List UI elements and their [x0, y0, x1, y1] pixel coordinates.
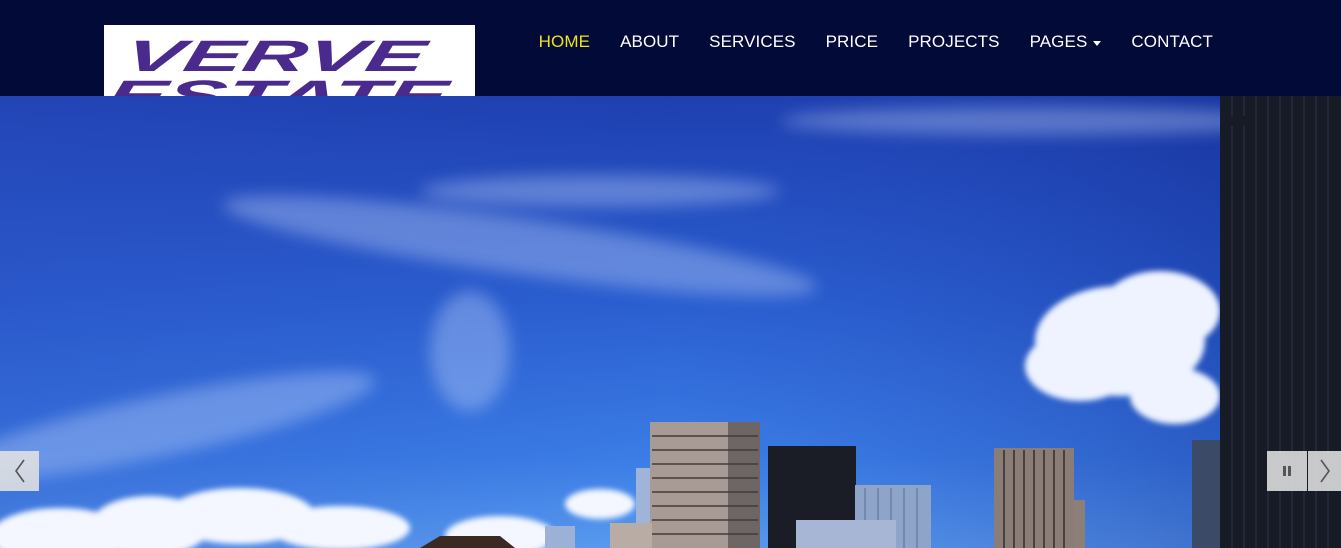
slider-prev-button[interactable] [0, 451, 39, 491]
nav-pages-label: PAGES [1029, 32, 1088, 51]
hero-skyline-image [0, 96, 1341, 548]
navbar: VERVE ESTATE HOME ABOUT SERVICES PRICE P… [0, 0, 1341, 96]
slider-next-button[interactable] [1308, 451, 1341, 491]
nav-about-label: ABOUT [620, 32, 680, 51]
logo-wordmark: VERVE ESTATE [104, 32, 455, 96]
nav-projects-label: PROJECTS [908, 32, 1000, 51]
nav-services[interactable]: SERVICES [709, 32, 795, 52]
nav-projects[interactable]: PROJECTS [908, 32, 999, 52]
nav-contact[interactable]: CONTACT [1131, 32, 1213, 52]
nav-about[interactable]: ABOUT [620, 32, 679, 52]
pause-icon [1283, 466, 1291, 476]
caret-down-icon [1093, 40, 1102, 46]
chevron-left-icon [14, 459, 25, 483]
slider-pause-button[interactable] [1267, 451, 1307, 491]
chevron-right-icon [1319, 459, 1330, 483]
nav-services-label: SERVICES [709, 32, 796, 51]
nav-pages-dropdown[interactable]: PAGES [1030, 32, 1102, 52]
nav-home[interactable]: HOME [539, 32, 590, 52]
logo-line-2: ESTATE [104, 72, 455, 96]
hero-slider [0, 96, 1341, 548]
main-nav: HOME ABOUT SERVICES PRICE PROJECTS PAGES… [509, 0, 1213, 84]
nav-price[interactable]: PRICE [826, 32, 878, 52]
nav-price-label: PRICE [825, 32, 879, 51]
site-logo[interactable]: VERVE ESTATE [104, 25, 475, 96]
nav-home-label: HOME [538, 32, 591, 51]
nav-contact-label: CONTACT [1131, 32, 1213, 51]
